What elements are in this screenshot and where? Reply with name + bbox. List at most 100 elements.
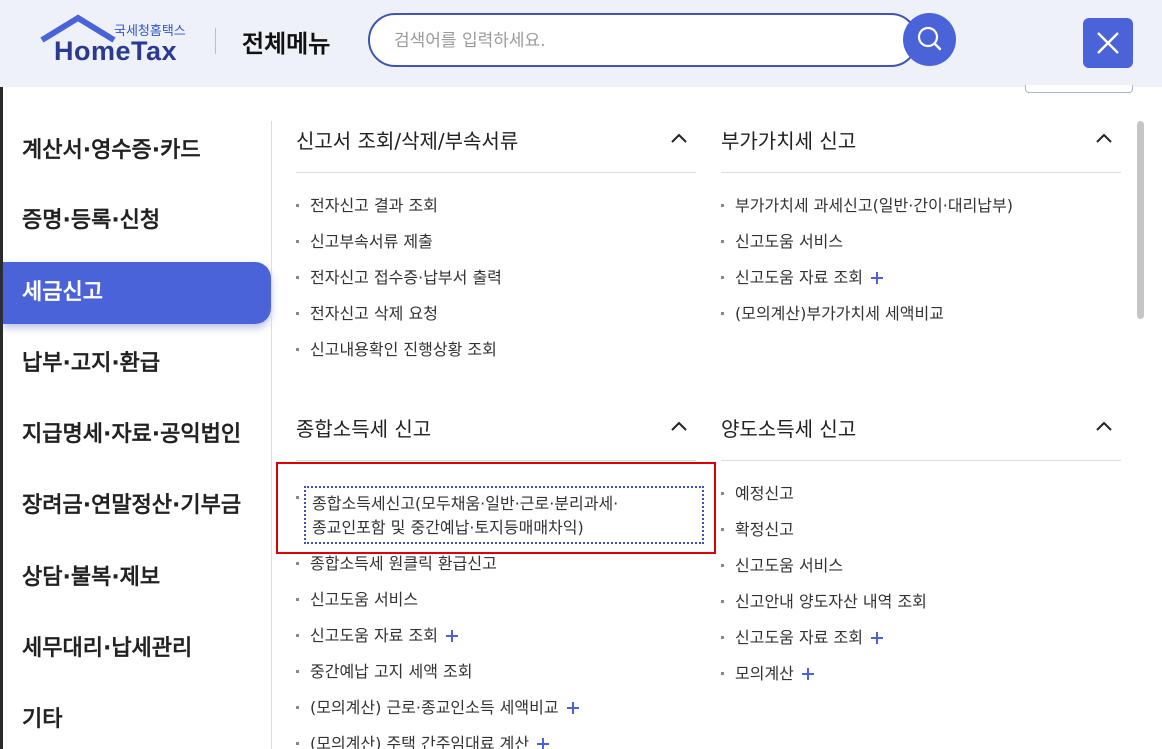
hometax-logo[interactable]: 국세청홈택스 HomeTax: [38, 14, 188, 68]
bullet: [296, 240, 299, 243]
menu-link-label: 전자신고 삭제 요청: [310, 304, 438, 323]
menu-link[interactable]: 모의계산: [721, 661, 927, 697]
menu-link-label: 신고도움 자료 조회: [735, 628, 863, 647]
menu-link[interactable]: 신고도움 서비스: [721, 553, 927, 589]
plus-icon[interactable]: [870, 272, 883, 284]
chevron-up-icon[interactable]: [670, 417, 688, 435]
section-title: 신고서 조회/삭제/부속서류: [296, 129, 519, 153]
menu-link[interactable]: (모의계산)부가가치세 세액비교: [721, 301, 1013, 337]
menu-link-label: 신고안내 양도자산 내역 조회: [735, 592, 927, 611]
bullet: [721, 636, 724, 639]
menu-link[interactable]: 전자신고 결과 조회: [296, 193, 502, 229]
menu-link[interactable]: 신고부속서류 제출: [296, 229, 502, 265]
section-header[interactable]: 신고서 조회/삭제/부속서류: [296, 123, 696, 173]
bullet: [721, 600, 724, 603]
menu-link-label: 중간예납 고지 세액 조회: [310, 662, 473, 681]
sidebar-item-tax-agent[interactable]: 세무대리·납세관리: [3, 618, 271, 680]
search-input[interactable]: [394, 28, 874, 54]
menu-link[interactable]: 신고안내 양도자산 내역 조회: [721, 589, 927, 625]
logo-wordmark: HomeTax: [54, 36, 178, 66]
chevron-up-icon[interactable]: [670, 129, 688, 147]
income-tax-report-link-label: 종합소득세신고(모두채움·일반·근로·분리과세· 종교인포함 및 중간예납·토지…: [312, 492, 618, 540]
chevron-up-icon[interactable]: [1095, 417, 1113, 435]
sidebar-item-certificate[interactable]: 증명·등록·신청: [3, 190, 271, 252]
menu-link[interactable]: 신고도움 자료 조회: [721, 625, 927, 661]
menu-link[interactable]: 신고도움 서비스: [721, 229, 1013, 265]
sidebar-item-etc[interactable]: 기타: [3, 689, 271, 749]
link-line-1: 종합소득세신고(모두채움·일반·근로·분리과세·: [312, 494, 619, 513]
section-header[interactable]: 양도소득세 신고: [721, 411, 1121, 461]
menu-link-label: 신고도움 서비스: [735, 556, 844, 575]
bullet: [296, 312, 299, 315]
bullet: [721, 276, 724, 279]
link-line-2: 종교인포함 및 중간예납·토지등매매차익): [312, 518, 584, 537]
search-box: [368, 13, 918, 67]
search-button[interactable]: [903, 13, 956, 66]
menu-link[interactable]: 확정신고: [721, 517, 927, 553]
sidebar-item-payment[interactable]: 납부·고지·환급: [3, 333, 271, 395]
plus-icon[interactable]: [566, 702, 579, 714]
sidebar-divider: [271, 121, 272, 749]
bullet: [296, 670, 299, 673]
section-list: 전자신고 결과 조회 신고부속서류 제출 전자신고 접수증·납부서 출력 전자신…: [296, 193, 502, 373]
bullet: [296, 634, 299, 637]
menu-link[interactable]: 부가가치세 과세신고(일반·간이·대리납부): [721, 193, 1013, 229]
menu-link[interactable]: 신고내용확인 진행상황 조회: [296, 337, 502, 373]
section-list: 종합소득세 원클릭 환급신고 신고도움 서비스 신고도움 자료 조회 중간예납 …: [296, 551, 579, 749]
bullet: [296, 598, 299, 601]
menu-link[interactable]: 종합소득세 원클릭 환급신고: [296, 551, 579, 587]
sidebar-item-statement[interactable]: 지급명세·자료·공익법인: [3, 404, 271, 466]
sidebar-item-tax-report[interactable]: 세금신고: [3, 262, 271, 324]
section-title: 종합소득세 신고: [296, 417, 432, 441]
menu-link-label: 전자신고 결과 조회: [310, 196, 438, 215]
menu-link[interactable]: 전자신고 접수증·납부서 출력: [296, 265, 502, 301]
menu-link[interactable]: (모의계산) 근로·종교인소득 세액비교: [296, 695, 579, 731]
menu-link-label: 모의계산: [735, 664, 794, 683]
bullet: [296, 204, 299, 207]
bullet: [296, 706, 299, 709]
menu-link-label: 전자신고 접수증·납부서 출력: [310, 268, 502, 287]
menu-link[interactable]: 신고도움 서비스: [296, 587, 579, 623]
menu-link[interactable]: 전자신고 삭제 요청: [296, 301, 502, 337]
menu-link-label: 신고부속서류 제출: [310, 232, 433, 251]
menu-link[interactable]: (모의계산) 주택 간주임대료 계산: [296, 731, 579, 749]
bullet: [721, 672, 724, 675]
chevron-up-icon[interactable]: [1095, 129, 1113, 147]
menu-link[interactable]: 신고도움 자료 조회: [721, 265, 1013, 301]
sidebar-item-consult[interactable]: 상담·불복·제보: [3, 547, 271, 609]
plus-icon[interactable]: [445, 630, 458, 642]
header: 국세청홈택스 HomeTax 전체메뉴: [0, 0, 1162, 87]
income-tax-report-link[interactable]: 종합소득세신고(모두채움·일반·근로·분리과세· 종교인포함 및 중간예납·토지…: [304, 486, 704, 544]
sidebar: 계산서·영수증·카드 증명·등록·신청 세금신고 납부·고지·환급 지급명세·자…: [3, 87, 271, 749]
sidebar-item-invoice[interactable]: 계산서·영수증·카드: [3, 120, 271, 182]
plus-icon[interactable]: [870, 632, 883, 644]
close-menu-button[interactable]: [1083, 18, 1133, 68]
section-header[interactable]: 종합소득세 신고: [296, 411, 696, 461]
bullet: [721, 312, 724, 315]
section-list: 부가가치세 과세신고(일반·간이·대리납부) 신고도움 서비스 신고도움 자료 …: [721, 193, 1013, 337]
bullet: [721, 204, 724, 207]
menu-link-label: 종합소득세 원클릭 환급신고: [310, 554, 497, 573]
menu-link-label: (모의계산)부가가치세 세액비교: [735, 304, 944, 323]
scrollbar-thumb[interactable]: [1137, 121, 1144, 319]
bullet: [296, 562, 299, 565]
menu-link-label: 부가가치세 과세신고(일반·간이·대리납부): [735, 196, 1013, 215]
plus-icon[interactable]: [537, 738, 550, 749]
bullet: [296, 276, 299, 279]
menu-link-label: 신고도움 자료 조회: [310, 626, 438, 645]
menu-link[interactable]: 예정신고: [721, 481, 927, 517]
bullet: [721, 492, 724, 495]
section-title: 부가가치세 신고: [721, 129, 857, 153]
menu-link[interactable]: 신고도움 자료 조회: [296, 623, 579, 659]
section-list: 예정신고 확정신고 신고도움 서비스 신고안내 양도자산 내역 조회 신고도움 …: [721, 481, 927, 697]
menu-link-label: 신고도움 자료 조회: [735, 268, 863, 287]
bullet: [721, 528, 724, 531]
menu-link[interactable]: 중간예납 고지 세액 조회: [296, 659, 579, 695]
search-icon: [917, 26, 942, 51]
menu-link-label: 신고내용확인 진행상황 조회: [310, 340, 497, 359]
sidebar-item-incentive[interactable]: 장려금·연말정산·기부금: [3, 475, 271, 537]
section-header[interactable]: 부가가치세 신고: [721, 123, 1121, 173]
plus-icon[interactable]: [801, 668, 814, 680]
menu-link-label: (모의계산) 주택 간주임대료 계산: [310, 734, 530, 749]
bullet: [721, 240, 724, 243]
